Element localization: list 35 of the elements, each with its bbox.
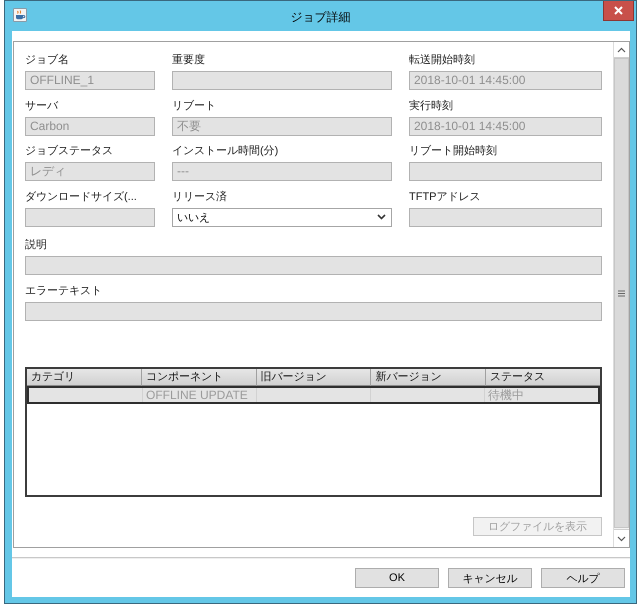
field-label: リブート <box>172 98 216 114</box>
close-icon <box>614 6 623 15</box>
chevron-up-icon <box>617 46 626 52</box>
field-label: 転送開始時刻 <box>409 52 475 68</box>
field-label: ジョブ名 <box>25 52 69 68</box>
field-label: リブート開始時刻 <box>409 144 497 159</box>
dialog-button[interactable]: OK <box>355 568 439 588</box>
field-label: サーバ <box>25 98 58 114</box>
column-header[interactable]: 新バージョン <box>371 369 486 386</box>
column-header[interactable]: ステータス <box>486 369 600 386</box>
field-label: リリース済 <box>172 190 227 204</box>
field-label: エラーテキスト <box>25 284 102 299</box>
field-label: TFTPアドレス <box>409 190 480 204</box>
field-label: 実行時刻 <box>409 98 453 114</box>
column-header[interactable]: コンポーネント <box>142 369 257 386</box>
field-label: ダウンロードサイズ(... <box>25 190 137 204</box>
dialog-button[interactable]: キャンセル <box>448 568 532 588</box>
table-cell: OFFLINE UPDATE <box>146 388 248 402</box>
scroll-down-button[interactable] <box>614 529 629 547</box>
chevron-down-icon <box>377 214 386 220</box>
column-header[interactable]: カテゴリ <box>27 369 142 386</box>
field-label: 重要度 <box>172 52 205 68</box>
field-label: 説明 <box>25 238 47 253</box>
table-cell: 待機中 <box>488 388 524 402</box>
column-header[interactable]: 旧バージョン <box>256 369 372 386</box>
dropdown[interactable]: いいえ <box>172 208 392 226</box>
field-label: ジョブステータス <box>25 144 113 159</box>
cup-icon <box>13 8 27 22</box>
window-title: ジョブ詳細 <box>290 10 350 24</box>
dialog-button[interactable]: ヘルプ <box>541 568 625 588</box>
scroll-up-button[interactable] <box>614 42 629 58</box>
field-label: インストール時間(分) <box>172 144 278 159</box>
chevron-down-icon <box>617 536 626 542</box>
close-button[interactable] <box>603 1 634 21</box>
grip-icon <box>618 290 625 296</box>
